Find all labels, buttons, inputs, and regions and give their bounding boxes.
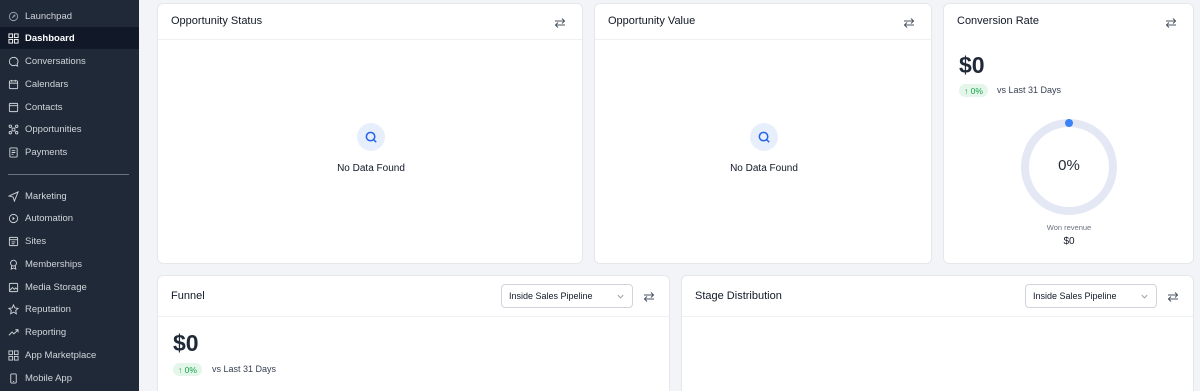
card-header: Opportunity Status (158, 4, 582, 40)
won-revenue-value: $0 (1063, 236, 1075, 247)
sidebar-item-app-marketplace[interactable]: App Marketplace (0, 344, 139, 366)
donut-progress-marker (1065, 119, 1073, 127)
change-badge: ↑ 0% (173, 363, 202, 376)
pipeline-select[interactable]: Inside Sales Pipeline (1025, 284, 1157, 308)
compare-text: vs Last 31 Days (997, 85, 1062, 95)
sidebar-item-label: Opportunities (25, 123, 82, 135)
send-icon (8, 190, 19, 202)
sidebar-item-label: App Marketplace (25, 349, 97, 361)
stage-distribution-card: Stage Distribution Inside Sales Pipeline (681, 275, 1194, 391)
sliders-icon[interactable] (903, 16, 915, 28)
sidebar-item-label: Reporting (25, 326, 67, 338)
won-revenue-label: Won revenue (1046, 223, 1092, 232)
trend-icon (8, 327, 19, 338)
card-title: Stage Distribution (695, 290, 782, 302)
sidebar: Launchpad Dashboard Conversations Calend… (0, 0, 139, 391)
sidebar-item-payments[interactable]: Payments (0, 141, 139, 163)
sliders-icon[interactable] (643, 290, 655, 302)
pipeline-select[interactable]: Inside Sales Pipeline (501, 284, 633, 308)
sidebar-item-mobile-app[interactable]: Mobile App (0, 367, 139, 389)
sidebar-item-label: Payments (25, 146, 68, 158)
sidebar-item-label: Calendars (25, 78, 69, 90)
empty-state-text: No Data Found (730, 163, 798, 174)
conversion-rate-card: Conversion Rate $0 ↑ 0% vs Last 31 Days … (943, 3, 1194, 264)
change-badge: ↑ 0% (959, 84, 988, 97)
sidebar-item-reporting[interactable]: Reporting (0, 321, 139, 343)
conversion-value: $0 (959, 52, 985, 78)
sidebar-item-conversations[interactable]: Conversations (0, 50, 139, 72)
sites-icon (8, 236, 19, 247)
sidebar-item-label: Reputation (25, 303, 71, 315)
sidebar-item-label: Launchpad (25, 10, 73, 22)
card-header: Opportunity Value (595, 4, 931, 40)
sidebar-item-label: Conversations (25, 55, 86, 67)
sidebar-item-media-storage[interactable]: Media Storage (0, 276, 139, 298)
sidebar-item-label: Marketing (25, 190, 67, 202)
search-icon (750, 123, 778, 151)
opportunity-value-card: Opportunity Value No Data Found (594, 3, 932, 264)
sidebar-divider (8, 174, 129, 175)
sidebar-item-sites[interactable]: Sites (0, 230, 139, 252)
pipeline-select-value: Inside Sales Pipeline (509, 291, 593, 301)
sliders-icon[interactable] (554, 16, 566, 28)
donut-percent-label: 0% (1058, 157, 1080, 174)
automation-icon (8, 213, 19, 224)
sidebar-item-label: Media Storage (25, 281, 87, 293)
opportunities-icon (8, 124, 19, 135)
funnel-value: $0 (173, 330, 199, 356)
chat-bubble-icon (8, 56, 19, 67)
sidebar-item-marketing[interactable]: Marketing (0, 185, 139, 207)
sidebar-item-calendars[interactable]: Calendars (0, 73, 139, 95)
funnel-card: Funnel Inside Sales Pipeline $0 ↑ 0% vs … (157, 275, 670, 391)
payments-icon (8, 146, 19, 158)
card-title: Opportunity Status (171, 15, 263, 27)
sidebar-item-memberships[interactable]: Memberships (0, 253, 139, 275)
sidebar-item-label: Mobile App (25, 372, 73, 384)
image-icon (8, 282, 19, 293)
contacts-icon (8, 102, 19, 113)
sidebar-item-opportunities[interactable]: Opportunities (0, 118, 139, 140)
card-header: Funnel Inside Sales Pipeline (158, 276, 669, 317)
sidebar-item-label: Automation (25, 212, 74, 224)
rocket-icon (8, 11, 19, 22)
sidebar-item-contacts[interactable]: Contacts (0, 96, 139, 118)
star-icon (8, 303, 19, 315)
card-title: Funnel (171, 290, 205, 302)
chevron-down-icon (1140, 292, 1149, 301)
sidebar-item-dashboard[interactable]: Dashboard (0, 27, 139, 49)
compare-text: vs Last 31 Days (212, 364, 277, 374)
chevron-down-icon (616, 292, 625, 301)
sidebar-item-label: Memberships (25, 258, 83, 270)
empty-state-text: No Data Found (337, 163, 405, 174)
sidebar-item-automation[interactable]: Automation (0, 207, 139, 229)
dashboard-grid-icon (8, 32, 19, 44)
opportunity-status-card: Opportunity Status No Data Found (157, 3, 583, 264)
sidebar-item-label: Sites (25, 235, 47, 247)
pipeline-select-value: Inside Sales Pipeline (1033, 291, 1117, 301)
sliders-icon[interactable] (1165, 16, 1177, 28)
mobile-icon (8, 372, 19, 384)
sidebar-item-launchpad[interactable]: Launchpad (0, 5, 139, 27)
card-header: Stage Distribution Inside Sales Pipeline (682, 276, 1193, 317)
sliders-icon[interactable] (1167, 290, 1179, 302)
sidebar-item-reputation[interactable]: Reputation (0, 298, 139, 320)
card-title: Opportunity Value (608, 15, 696, 27)
calendar-icon (8, 79, 19, 90)
sidebar-item-label: Dashboard (25, 32, 75, 44)
sidebar-item-label: Contacts (25, 101, 63, 113)
search-icon (357, 123, 385, 151)
card-title: Conversion Rate (957, 15, 1039, 27)
apps-grid-icon (8, 349, 19, 361)
membership-icon (8, 259, 19, 270)
